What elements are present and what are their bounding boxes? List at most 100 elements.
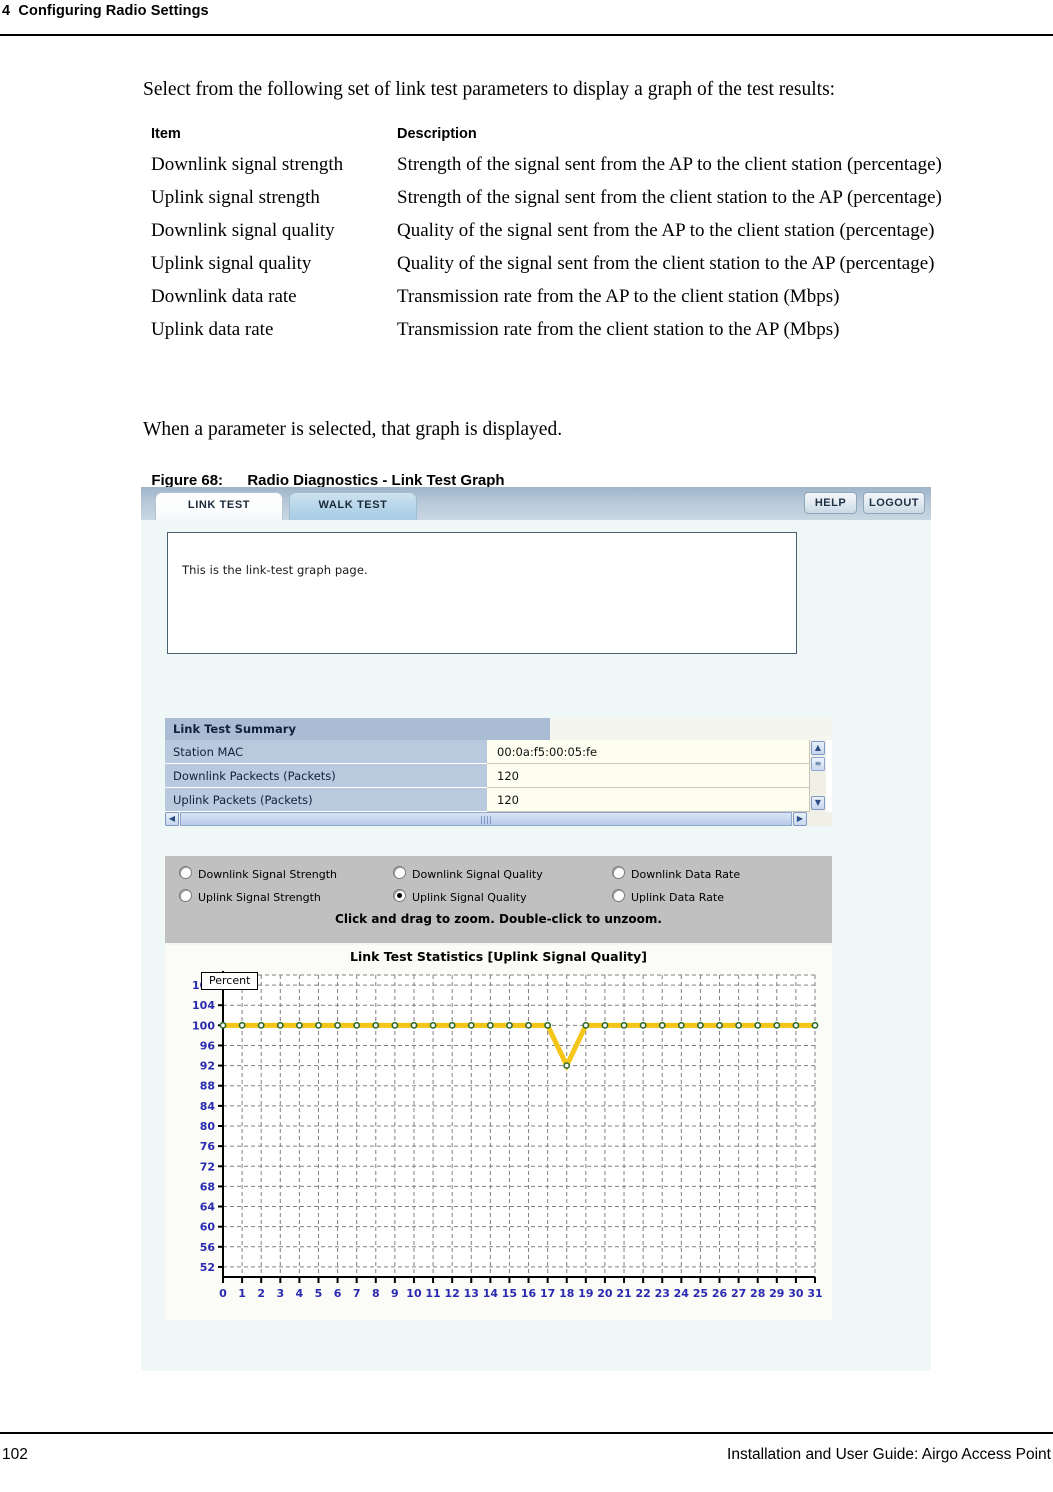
svg-text:11: 11 (425, 1287, 440, 1300)
radio-downlink-signal-quality[interactable]: Downlink Signal Quality (393, 866, 543, 882)
page-footer: 102 Installation and User Guide: Airgo A… (0, 1444, 1053, 1474)
figure-caption: Figure 68: Radio Diagnostics - Link Test … (143, 455, 1003, 489)
summary-row-label: Uplink Packets (Packets) (165, 788, 487, 812)
radio-label: Downlink Data Rate (631, 868, 741, 881)
help-button[interactable]: HELP (804, 492, 857, 514)
summary-row-label: Station MAC (165, 740, 487, 764)
svg-text:76: 76 (200, 1140, 216, 1153)
table-row: Downlink signal quality Quality of the s… (143, 214, 1003, 247)
svg-text:12: 12 (445, 1287, 460, 1300)
table-row: Uplink signal strength Strength of the s… (143, 181, 1003, 214)
header-divider (0, 34, 1053, 36)
radio-dot-icon (179, 866, 192, 879)
svg-text:30: 30 (788, 1287, 804, 1300)
radio-label: Uplink Signal Strength (198, 891, 321, 904)
svg-text:19: 19 (578, 1287, 593, 1300)
message-text: This is the link-test graph page. (182, 563, 368, 577)
chapter-title: 4 Configuring Radio Settings (2, 3, 209, 19)
summary-row-label: Downlink Packects (Packets) (165, 764, 487, 788)
param-description: Strength of the signal sent from the AP … (397, 154, 942, 175)
scroll-down-icon[interactable]: ▼ (811, 796, 825, 810)
message-box: This is the link-test graph page. (167, 532, 797, 654)
chart-canvas[interactable]: 5256606468727680848892961001041080123456… (165, 945, 832, 1320)
svg-text:15: 15 (502, 1287, 517, 1300)
table-row: Uplink signal quality Quality of the sig… (143, 247, 1003, 280)
svg-text:96: 96 (200, 1039, 216, 1052)
svg-text:64: 64 (200, 1201, 216, 1214)
tab-link-test[interactable]: LINK TEST (155, 492, 283, 520)
radio-label: Downlink Signal Quality (412, 868, 543, 881)
param-item: Uplink signal quality (151, 253, 312, 274)
horizontal-scrollbar[interactable]: ◀ ▶ (165, 812, 832, 826)
table-row: Downlink Packects (Packets) 120 (165, 764, 832, 788)
radio-label: Uplink Signal Quality (412, 891, 527, 904)
svg-text:80: 80 (200, 1120, 216, 1133)
horizontal-scrollbar-thumb[interactable] (180, 812, 792, 826)
radio-dot-icon (612, 889, 625, 902)
svg-text:10: 10 (406, 1287, 422, 1300)
footer-guide-title: Installation and User Guide: Airgo Acces… (727, 1446, 1051, 1463)
radio-uplink-data-rate[interactable]: Uplink Data Rate (612, 889, 724, 905)
svg-text:4: 4 (296, 1287, 304, 1300)
svg-text:28: 28 (750, 1287, 765, 1300)
summary-row-value: 00:0a:f5:00:05:fe (487, 740, 809, 764)
radio-uplink-signal-strength[interactable]: Uplink Signal Strength (179, 889, 321, 905)
svg-text:5: 5 (315, 1287, 323, 1300)
svg-text:0: 0 (219, 1287, 227, 1300)
vertical-scrollbar[interactable]: ▲ ≡ ▼ (809, 740, 826, 812)
logout-button[interactable]: LOGOUT (863, 492, 925, 514)
link-test-summary-grid: Link Test Summary Station MAC 00:0a:f5:0… (165, 718, 832, 826)
param-item: Uplink data rate (151, 319, 274, 340)
mid-paragraph: When a parameter is selected, that graph… (143, 419, 563, 440)
intro-paragraph: Select from the following set of link te… (143, 79, 836, 100)
radio-dot-icon (393, 889, 406, 902)
svg-text:2: 2 (257, 1287, 265, 1300)
svg-text:21: 21 (616, 1287, 631, 1300)
svg-text:27: 27 (731, 1287, 746, 1300)
scrollbar-grip-icon (481, 816, 491, 824)
param-description: Quality of the signal sent from the clie… (397, 253, 935, 274)
radio-label: Downlink Signal Strength (198, 868, 337, 881)
tab-walk-test[interactable]: WALK TEST (289, 492, 417, 520)
table-row: Uplink data rate Transmission rate from … (143, 313, 1003, 346)
param-description: Transmission rate from the client statio… (397, 319, 840, 340)
scroll-right-icon[interactable]: ▶ (793, 812, 807, 826)
summary-title-filler (550, 718, 832, 740)
y-axis-unit-badge: Percent (201, 972, 259, 990)
table-row: Uplink Packets (Packets) 120 (165, 788, 832, 812)
svg-text:31: 31 (807, 1287, 822, 1300)
radio-downlink-data-rate[interactable]: Downlink Data Rate (612, 866, 740, 882)
svg-text:18: 18 (559, 1287, 574, 1300)
svg-text:13: 13 (464, 1287, 479, 1300)
svg-text:1: 1 (238, 1287, 246, 1300)
radio-dot-icon (179, 889, 192, 902)
svg-text:25: 25 (693, 1287, 708, 1300)
param-item: Downlink data rate (151, 286, 297, 307)
radio-downlink-signal-strength[interactable]: Downlink Signal Strength (179, 866, 337, 882)
param-description: Quality of the signal sent from the AP t… (397, 220, 935, 241)
app-content-area: This is the link-test graph page. Link T… (141, 520, 931, 1371)
svg-text:56: 56 (200, 1241, 216, 1254)
svg-text:104: 104 (192, 999, 215, 1012)
svg-text:26: 26 (712, 1287, 728, 1300)
svg-text:8: 8 (372, 1287, 380, 1300)
radio-diagnostics-screenshot: LINK TEST WALK TEST HELP LOGOUT This is … (141, 487, 931, 1371)
svg-text:3: 3 (276, 1287, 284, 1300)
table-row: Downlink data rate Transmission rate fro… (143, 280, 1003, 313)
radio-uplink-signal-quality[interactable]: Uplink Signal Quality (393, 889, 527, 905)
graph-parameter-radio-panel: Downlink Signal Strength Downlink Signal… (165, 856, 832, 943)
summary-row-value: 120 (487, 788, 809, 812)
scroll-left-icon[interactable]: ◀ (165, 812, 179, 826)
scroll-up-icon[interactable]: ▲ (811, 741, 825, 755)
page-header: 4 Configuring Radio Settings (0, 0, 1053, 34)
column-header-description: Description (397, 126, 477, 142)
svg-text:100: 100 (192, 1019, 215, 1032)
svg-text:92: 92 (200, 1060, 215, 1073)
zoom-hint-text: Click and drag to zoom. Double-click to … (335, 912, 662, 926)
svg-text:84: 84 (200, 1100, 216, 1113)
link-test-statistics-chart[interactable]: Link Test Statistics [Uplink Signal Qual… (165, 945, 832, 1320)
page-number: 102 (2, 1446, 28, 1463)
svg-text:14: 14 (483, 1287, 499, 1300)
svg-text:22: 22 (635, 1287, 650, 1300)
vertical-scrollbar-thumb[interactable]: ≡ (811, 757, 825, 771)
